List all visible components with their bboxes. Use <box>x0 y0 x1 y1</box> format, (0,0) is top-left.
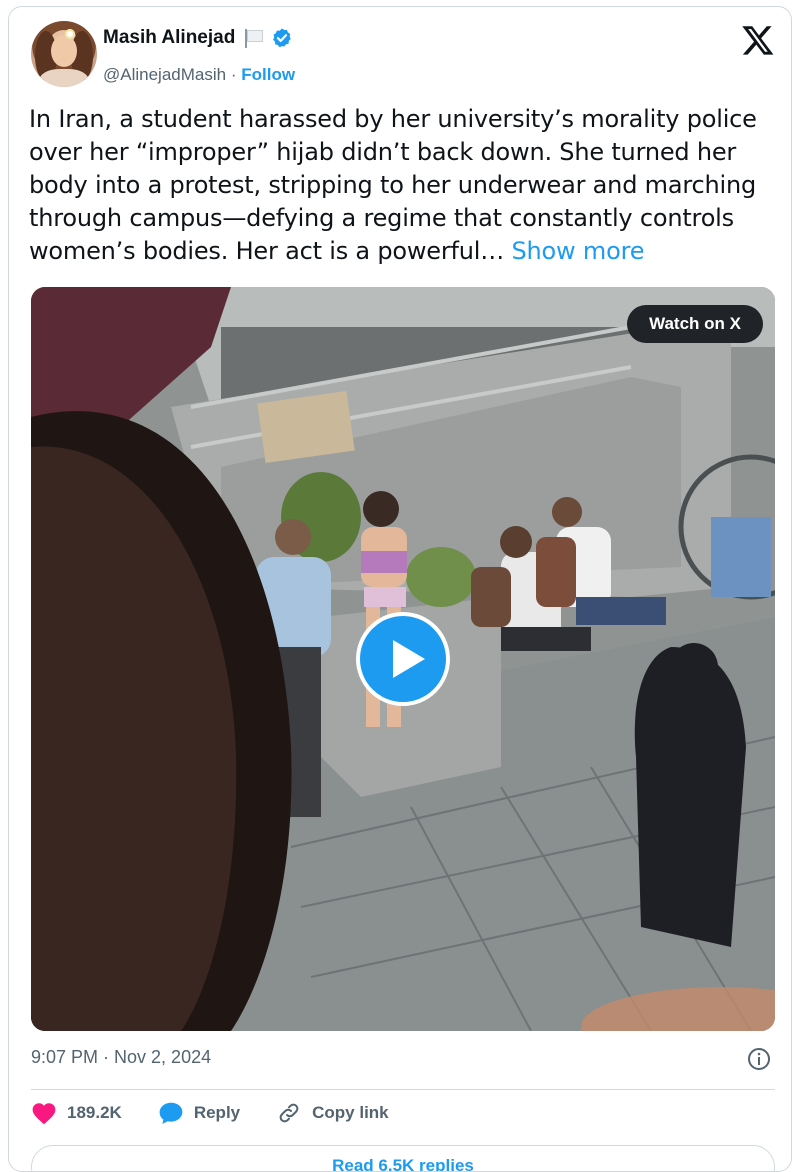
watch-on-x-button[interactable]: Watch on X <box>627 305 763 343</box>
heart-icon <box>32 1103 56 1125</box>
reply-button[interactable]: Reply <box>158 1101 240 1125</box>
divider <box>31 1089 775 1090</box>
reply-bubble-icon <box>159 1102 183 1124</box>
flag-icon <box>243 28 264 48</box>
video-media[interactable]: Watch on X <box>31 287 775 1031</box>
copy-link-button[interactable]: Copy link <box>276 1101 389 1125</box>
link-icon <box>279 1103 299 1123</box>
action-bar: 189.2K Reply Copy link <box>31 1101 389 1125</box>
verified-badge-icon <box>273 28 292 48</box>
author-avatar[interactable] <box>31 21 97 87</box>
x-logo-icon[interactable] <box>741 23 775 57</box>
follow-button[interactable]: Follow <box>241 65 295 84</box>
tweet-timestamp[interactable]: 9:07 PM · Nov 2, 2024 <box>31 1047 211 1068</box>
play-icon <box>393 640 425 678</box>
tweet-text: In Iran, a student harassed by her unive… <box>29 103 779 268</box>
author-handle[interactable]: @AlinejadMasih <box>103 65 226 84</box>
like-count: 189.2K <box>67 1103 122 1122</box>
read-replies-button[interactable]: Read 6.5K replies <box>31 1145 775 1171</box>
author-name-row: Masih Alinejad <box>103 27 293 49</box>
info-icon[interactable] <box>747 1047 771 1071</box>
tweet-card: Masih Alinejad @AlinejadMasih · Follow I… <box>8 6 792 1172</box>
like-button[interactable]: 189.2K <box>31 1101 122 1125</box>
handle-separator: · <box>230 65 237 84</box>
author-name[interactable]: Masih Alinejad <box>103 27 235 49</box>
tweet-body: In Iran, a student harassed by her unive… <box>29 105 757 265</box>
author-handle-row: @AlinejadMasih · Follow <box>103 65 295 85</box>
show-more-link[interactable]: Show more <box>512 237 645 265</box>
play-button[interactable] <box>356 612 450 706</box>
copy-link-label: Copy link <box>312 1103 389 1122</box>
reply-label: Reply <box>193 1103 241 1122</box>
